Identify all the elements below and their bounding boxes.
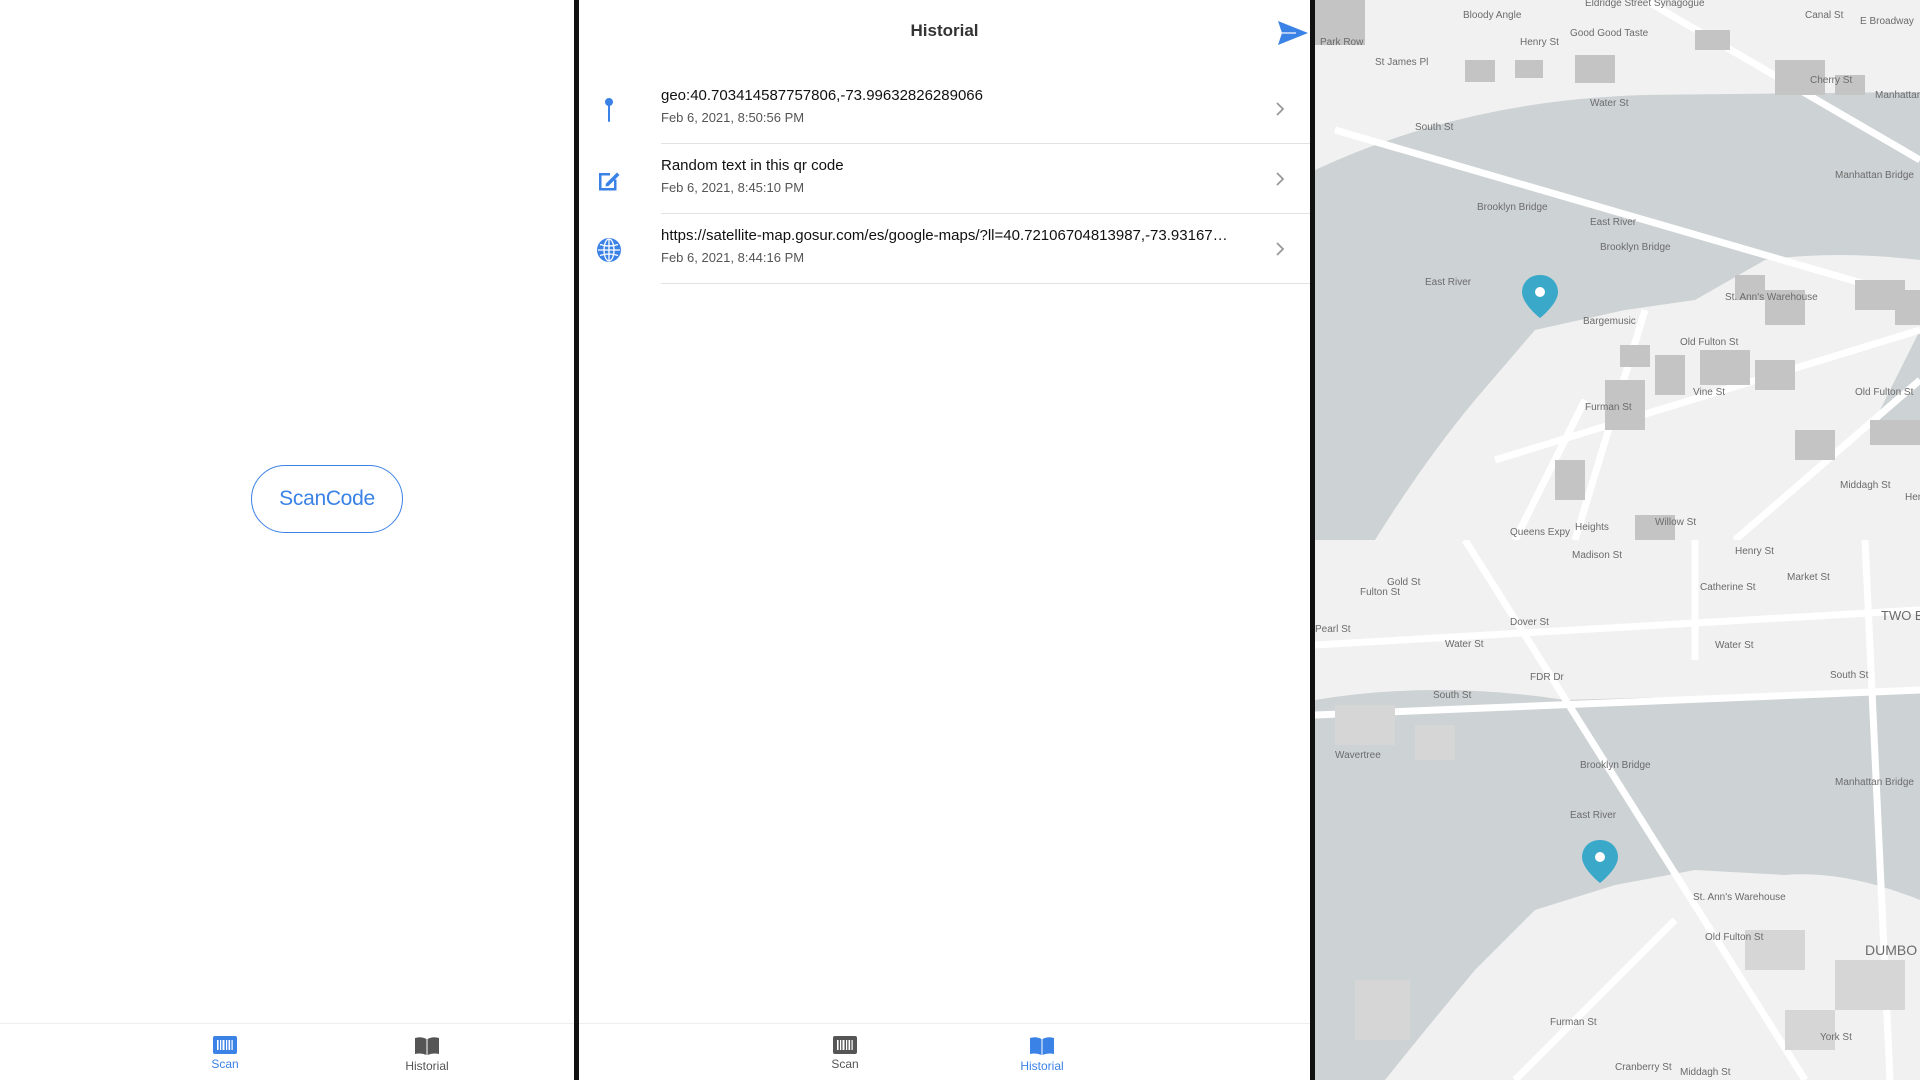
tab-historial-label: Historial <box>405 1059 449 1073</box>
map-label: St. Ann's Warehouse <box>1693 892 1786 903</box>
scan-code-button[interactable]: ScanCode <box>251 465 403 533</box>
map-top[interactable]: Bloody Angle Eldridge Street Synagogue C… <box>1315 0 1920 540</box>
map-label: Furman St <box>1585 402 1632 413</box>
map-label: Furman St <box>1550 1017 1597 1028</box>
map-bottom[interactable]: Madison St Henry St Gold St Fulton St Ca… <box>1315 540 1920 1080</box>
history-item-text: https://satellite-map.gosur.com/es/googl… <box>661 227 1228 244</box>
map-label: Brooklyn Bridge <box>1600 242 1671 253</box>
map-label: Wavertree <box>1335 750 1381 761</box>
chevron-right-icon <box>1276 102 1285 116</box>
map-label: Old Fulton St <box>1680 337 1739 348</box>
page-title: Historial <box>910 21 979 40</box>
history-list: geo:40.703414587757806,-73.9963282628906… <box>579 74 1310 284</box>
map-label: Market St <box>1787 572 1830 583</box>
chevron-right-icon <box>1276 172 1285 186</box>
map-label: Queens Expy <box>1510 527 1570 538</box>
tab-historial-label: Historial <box>1020 1059 1064 1073</box>
map-label: Henry St <box>1905 492 1920 503</box>
map-label: St. Ann's Warehouse <box>1725 292 1818 303</box>
map-label: E Broadway <box>1860 16 1914 27</box>
map-label: Henry St <box>1735 546 1774 557</box>
history-item-date: Feb 6, 2021, 8:50:56 PM <box>661 110 805 125</box>
bottom-tab-bar: Scan Historial <box>0 1023 574 1080</box>
map-label: Water St <box>1715 640 1754 651</box>
send-icon[interactable] <box>1276 18 1310 48</box>
map-panel: Bloody Angle Eldridge Street Synagogue C… <box>1315 0 1920 1080</box>
tab-scan-label: Scan <box>831 1057 859 1071</box>
map-label: Catherine St <box>1700 582 1756 593</box>
edit-icon <box>595 166 623 194</box>
book-icon <box>1030 1037 1054 1055</box>
map-label: Pearl St <box>1315 624 1351 635</box>
map-label: Manhattan Bridge <box>1835 777 1914 788</box>
map-label: South St <box>1830 670 1869 681</box>
book-icon <box>415 1037 439 1055</box>
tab-scan[interactable]: Scan <box>785 1036 905 1071</box>
history-item-url[interactable]: https://satellite-map.gosur.com/es/googl… <box>579 214 1310 284</box>
map-label: DUMBO <box>1865 942 1917 958</box>
map-label: Middagh St <box>1840 480 1891 491</box>
map-label: Willow St <box>1655 517 1696 528</box>
map-label: Brooklyn Bridge <box>1477 202 1548 213</box>
map-label: Old Fulton St <box>1855 387 1914 398</box>
map-label: Middagh St <box>1680 1067 1731 1078</box>
history-item-date: Feb 6, 2021, 8:45:10 PM <box>661 180 805 195</box>
map-label: Bloody Angle <box>1463 10 1522 21</box>
map-label: Bargemusic <box>1583 316 1636 327</box>
map-label: Canal St <box>1805 10 1844 21</box>
scan-screen: ScanCode Scan Historial <box>0 0 574 1080</box>
map-label: Fulton St <box>1360 587 1400 598</box>
map-label: Cherry St <box>1810 75 1852 86</box>
map-label: St James Pl <box>1375 57 1428 68</box>
map-label: Cranberry St <box>1615 1062 1672 1073</box>
chevron-right-icon <box>1276 242 1285 256</box>
map-label: East River <box>1590 217 1637 228</box>
map-label: South St <box>1415 122 1454 133</box>
map-label: Water St <box>1590 98 1629 109</box>
history-item-text: Random text in this qr code <box>661 157 844 174</box>
history-item-text-entry[interactable]: Random text in this qr code Feb 6, 2021,… <box>579 144 1310 214</box>
map-label: East River <box>1570 810 1617 821</box>
globe-icon <box>595 236 623 264</box>
map-label: East River <box>1425 277 1472 288</box>
barcode-icon <box>833 1036 857 1054</box>
map-label: Old Fulton St <box>1705 932 1764 943</box>
tab-historial[interactable]: Historial <box>367 1036 487 1073</box>
history-item-text: geo:40.703414587757806,-73.9963282628906… <box>661 87 983 104</box>
map-label: Heights <box>1575 522 1609 533</box>
tab-scan[interactable]: Scan <box>165 1036 285 1071</box>
map-label: Vine St <box>1693 387 1725 398</box>
map-label: Park Row <box>1320 37 1364 48</box>
history-item-geo[interactable]: geo:40.703414587757806,-73.9963282628906… <box>579 74 1310 144</box>
bottom-tab-bar: Scan Historial <box>579 1023 1310 1080</box>
map-label: Madison St <box>1572 550 1622 561</box>
map-label: Dover St <box>1510 617 1549 628</box>
map-label: Brooklyn Bridge <box>1580 760 1651 771</box>
history-screen: Historial geo:40.703414587757806,-73.996… <box>579 0 1310 1080</box>
pin-icon <box>595 96 623 124</box>
tab-scan-label: Scan <box>211 1057 239 1071</box>
tab-historial[interactable]: Historial <box>982 1036 1102 1073</box>
divider <box>661 282 1310 284</box>
map-label: South St <box>1433 690 1472 701</box>
map-label: Manhattan Bridge <box>1875 90 1920 101</box>
map-label: Eldridge Street Synagogue <box>1585 0 1705 9</box>
history-item-date: Feb 6, 2021, 8:44:16 PM <box>661 250 805 265</box>
map-label: Henry St <box>1520 37 1559 48</box>
map-label: FDR Dr <box>1530 672 1565 683</box>
barcode-icon <box>213 1036 237 1054</box>
map-label: TWO BRIDGES <box>1881 608 1920 623</box>
map-label: Water St <box>1445 639 1484 650</box>
map-label: York St <box>1820 1032 1852 1043</box>
map-label: Manhattan Bridge <box>1835 170 1914 181</box>
map-label: Good Good Taste <box>1570 28 1649 39</box>
